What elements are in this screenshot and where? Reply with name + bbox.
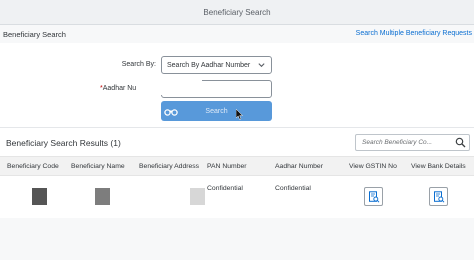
aadhar-number-cell: Confidential [275,185,311,192]
search-multiple-requests-link[interactable]: Search Multiple Beneficiary Requests [356,30,472,37]
shell-header: Beneficiary Search [0,0,474,25]
results-search-placeholder: Search Beneficiary Co... [362,139,433,146]
pan-number-cell: Confidential [207,185,243,192]
column-header[interactable]: Beneficiary Name [71,163,125,170]
column-header[interactable]: View GSTIN No [349,163,397,170]
binoculars-icon [164,109,178,116]
redaction-box [140,77,202,95]
document-view-icon [434,191,445,203]
table-row[interactable]: Confidential Confidential [0,176,474,219]
results-title: Beneficiary Search Results (1) [6,138,121,148]
redacted-beneficiary-code [32,188,47,205]
redacted-beneficiary-name [95,188,110,205]
search-form: Search By: Search By Aadhar Number *Aadh… [0,43,474,128]
aadhar-number-label: *Aadhar Nu [100,85,137,92]
search-by-select[interactable]: Search By Aadhar Number [161,56,272,74]
chevron-down-icon [258,63,265,68]
view-bank-details-button[interactable] [429,187,448,206]
table-header: Beneficiary Code Beneficiary Name Benefi… [0,156,474,176]
column-header[interactable]: Beneficiary Code [7,163,59,170]
document-view-icon [369,191,380,203]
page-toolbar: Beneficiary Search Search Multiple Benef… [0,25,474,43]
redacted-beneficiary-address [190,188,205,205]
mouse-cursor-icon [236,109,243,120]
magnifier-icon[interactable] [455,137,466,148]
column-header[interactable]: Aadhar Number [275,163,323,170]
results-search-input[interactable]: Search Beneficiary Co... [355,134,470,151]
page-title: Beneficiary Search [3,30,66,39]
shell-title: Beneficiary Search [203,7,271,17]
search-by-label: Search By: [121,61,156,68]
column-header[interactable]: View Bank Details [411,163,466,170]
search-by-value: Search By Aadhar Number [167,62,251,69]
column-header[interactable]: PAN Number [207,163,247,170]
column-header[interactable]: Beneficiary Address [139,163,199,170]
page-footer-area [0,218,474,260]
view-gstin-button[interactable] [364,187,383,206]
search-button-label: Search [205,107,228,115]
